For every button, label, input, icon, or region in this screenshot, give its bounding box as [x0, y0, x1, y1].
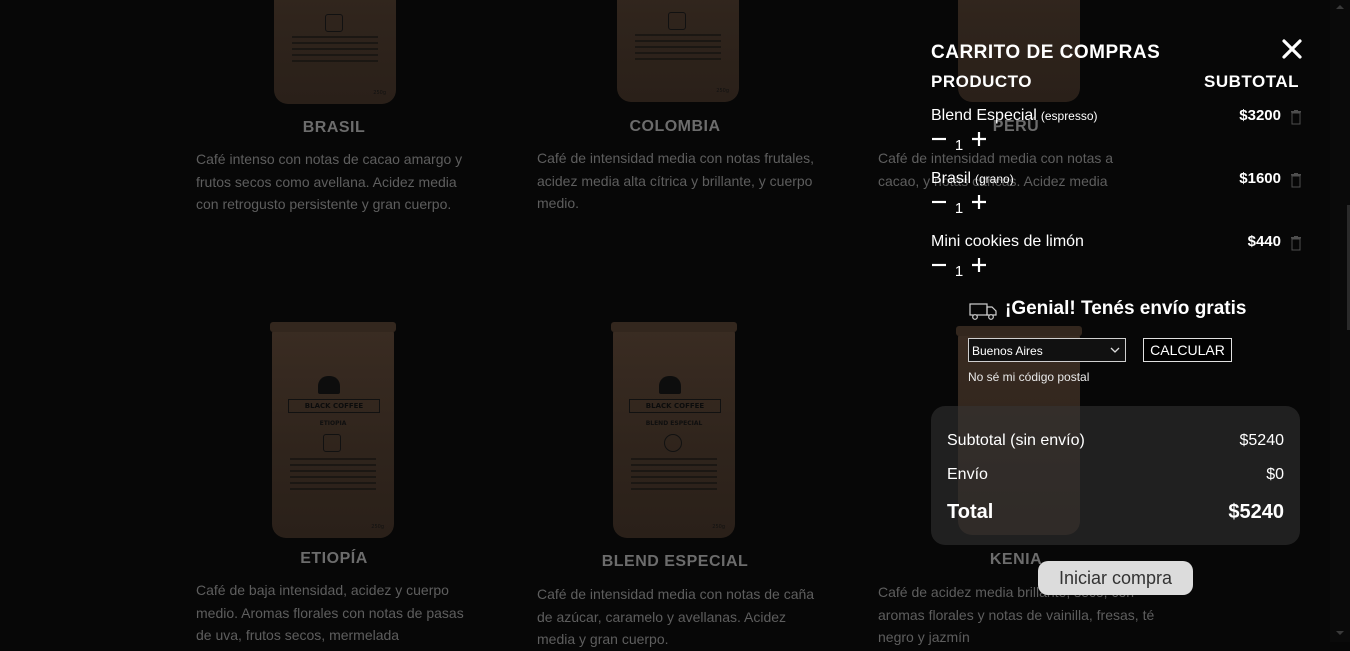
plus-icon[interactable]: [971, 257, 987, 273]
free-shipping-banner: ¡Genial! Tenés envío gratis: [969, 298, 1289, 324]
province-selected-value: Buenos Aires: [972, 344, 1043, 358]
unknown-postal-code-link[interactable]: No sé mi código postal: [968, 370, 1089, 384]
quantity-value: 1: [954, 263, 964, 280]
quantity-value: 1: [954, 137, 964, 154]
shopping-cart-panel: CARRITO DE COMPRAS PRODUCTO SUBTOTAL Ble…: [915, 0, 1330, 642]
minus-icon[interactable]: [931, 257, 947, 273]
item-variant: (espresso): [1040, 109, 1098, 123]
subtotal-value: $5240: [1239, 432, 1285, 449]
item-name: Brasil: [931, 170, 972, 187]
item-name: Blend Especial: [931, 107, 1037, 124]
minus-icon[interactable]: [931, 194, 947, 210]
cart-item: Mini cookies de limón $440 1: [931, 233, 1301, 293]
column-header-product: PRODUCTO: [931, 72, 1032, 91]
calculate-shipping-button[interactable]: CALCULAR: [1143, 338, 1232, 362]
plus-icon[interactable]: [971, 131, 987, 147]
item-price: $3200: [1239, 107, 1281, 124]
product-title[interactable]: BRASIL: [196, 119, 472, 137]
shipping-label: Envío: [947, 466, 988, 483]
shipping-value: $0: [1266, 466, 1284, 483]
item-price: $1600: [1239, 170, 1281, 187]
province-select[interactable]: Buenos Aires: [968, 338, 1126, 362]
cart-item: Blend Especial (espresso) $3200 1: [931, 107, 1301, 167]
scrollbar[interactable]: [1330, 0, 1350, 642]
product-description: Café de baja intensidad, acidez y cuerpo…: [196, 582, 464, 643]
product-title[interactable]: COLOMBIA: [537, 118, 813, 136]
product-description: Café de intensidad media con notas de ca…: [537, 586, 815, 647]
product-image[interactable]: 250g: [274, 0, 396, 104]
shipping-message: ¡Genial! Tenés envío gratis: [1005, 298, 1247, 319]
minus-icon[interactable]: [931, 131, 947, 147]
scroll-down-icon[interactable]: [1335, 628, 1345, 638]
trash-icon[interactable]: [1291, 110, 1301, 125]
order-summary: Subtotal (sin envío) $5240 Envío $0 Tota…: [931, 406, 1300, 545]
product-description: Café de intensidad media con notas fruta…: [537, 150, 815, 211]
subtotal-label: Subtotal (sin envío): [947, 432, 1085, 449]
product-title[interactable]: ETIOPÍA: [196, 550, 472, 568]
product-description: Café intenso con notas de cacao amargo y…: [196, 151, 463, 212]
item-variant: (grano): [975, 172, 1014, 186]
product-image[interactable]: 250g: [617, 0, 739, 102]
total-label: Total: [947, 501, 994, 523]
plus-icon[interactable]: [971, 194, 987, 210]
chevron-down-icon: [1110, 347, 1120, 353]
product-image[interactable]: BLACK COFFEE BLEND ESPECIAL 250g: [611, 322, 737, 538]
trash-icon[interactable]: [1291, 173, 1301, 188]
trash-icon[interactable]: [1291, 236, 1301, 251]
product-image[interactable]: BLACK COFFEE ETIOPIA 250g: [270, 322, 396, 538]
cart-title: CARRITO DE COMPRAS: [931, 42, 1161, 63]
column-header-subtotal: SUBTOTAL: [1204, 72, 1299, 91]
item-name: Mini cookies de limón: [931, 233, 1084, 250]
cart-item: Brasil (grano) $1600 1: [931, 170, 1301, 230]
quantity-value: 1: [954, 200, 964, 217]
scroll-up-icon[interactable]: [1335, 2, 1345, 12]
truck-icon: [969, 303, 997, 320]
product-title[interactable]: BLEND ESPECIAL: [537, 553, 813, 571]
checkout-button[interactable]: Iniciar compra: [1038, 561, 1193, 595]
total-value: $5240: [1228, 501, 1284, 523]
item-price: $440: [1247, 233, 1281, 250]
close-icon[interactable]: [1281, 38, 1303, 60]
